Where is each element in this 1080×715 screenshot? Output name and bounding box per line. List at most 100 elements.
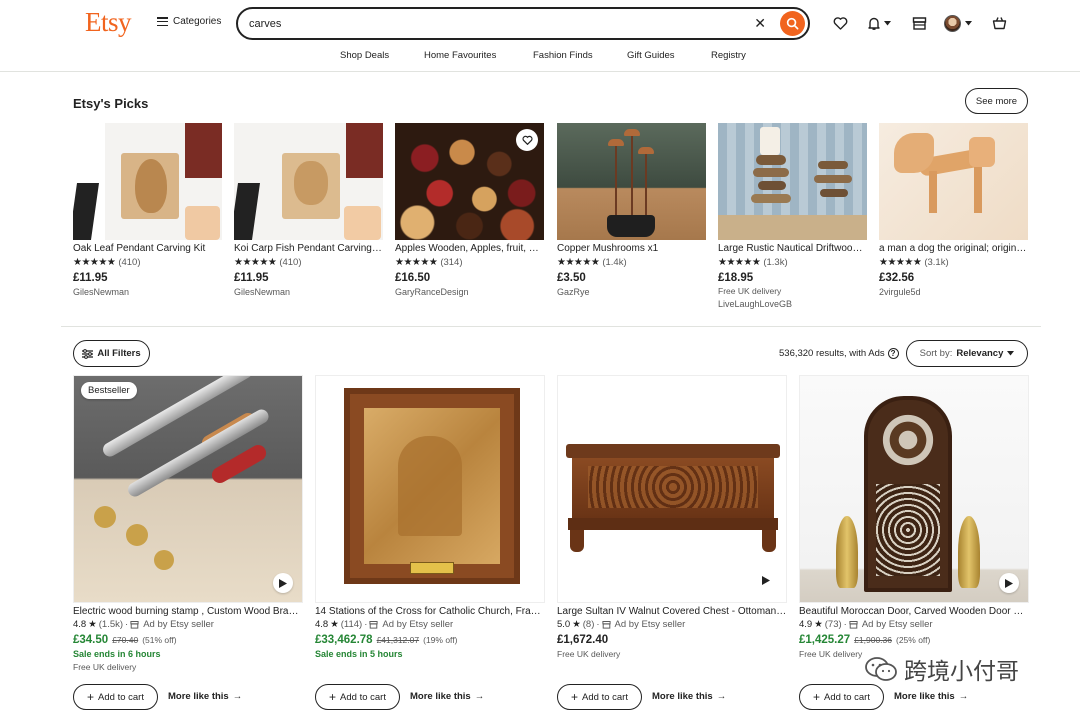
discount: (51% off) [142, 635, 177, 645]
pick-delivery: Free UK delivery [718, 286, 782, 296]
basket-icon [992, 17, 1006, 30]
product-image[interactable] [73, 123, 222, 240]
arrow-right-icon: → [474, 691, 485, 702]
caret-down-icon [884, 20, 891, 25]
product-image[interactable] [718, 123, 867, 240]
pick-price: £16.50 [395, 272, 431, 284]
product-image[interactable] [557, 123, 706, 240]
pick-title[interactable]: Large Rustic Nautical Driftwood Lighthou… [718, 243, 867, 254]
pick-title[interactable]: a man a dog the original; original woode… [879, 243, 1028, 254]
sort-prefix: Sort by: [919, 348, 953, 359]
notifications-button[interactable] [863, 13, 895, 33]
listing-image[interactable] [799, 375, 1029, 603]
nav-gift-guides[interactable]: Gift Guides [627, 50, 675, 61]
more-like-this-link[interactable]: More like this → [410, 691, 484, 702]
nav-fashion-finds[interactable]: Fashion Finds [533, 50, 593, 61]
add-to-cart-button[interactable]: + Add to cart [315, 684, 400, 710]
categories-label: Categories [173, 16, 222, 27]
clear-search-icon[interactable]: ✕ [754, 16, 766, 30]
review-count: (1.4k) [602, 257, 627, 268]
all-filters-button[interactable]: All Filters [73, 340, 150, 367]
etsy-logo[interactable]: Etsy [85, 7, 132, 38]
more-like-this-label: More like this [168, 691, 229, 702]
pick-seller: GilesNewman [234, 287, 291, 297]
more-like-this-link[interactable]: More like this → [168, 691, 242, 702]
sale-timer: Sale ends in 5 hours [315, 649, 403, 659]
pick-title[interactable]: Oak Leaf Pendant Carving Kit [73, 243, 222, 254]
listing-title[interactable]: Large Sultan IV Walnut Covered Chest - O… [557, 606, 787, 617]
price-row: £1,672.40 [557, 634, 787, 646]
discount: (25% off) [896, 635, 931, 645]
pick-title[interactable]: Apples Wooden, Apples, fruit, Wooden fru… [395, 243, 544, 254]
add-to-cart-button[interactable]: + Add to cart [557, 684, 642, 710]
plus-icon: + [87, 690, 95, 704]
add-to-cart-label: Add to cart [582, 691, 628, 703]
price-row: £1,425.27 £1,900.36 (25% off) [799, 634, 1029, 646]
shop-icon [130, 621, 139, 629]
more-like-this-link[interactable]: More like this → [894, 691, 968, 702]
shop-icon [601, 621, 611, 629]
play-video-button[interactable] [273, 573, 293, 593]
help-icon[interactable]: ? [887, 348, 899, 359]
pick-seller: GilesNewman [73, 287, 130, 297]
nav-registry[interactable]: Registry [711, 50, 746, 61]
shop-manager-button[interactable] [910, 13, 928, 33]
star-icon: ★ [88, 619, 97, 630]
listing-card[interactable]: Beautiful Moroccan Door, Carved Wooden D… [799, 375, 1029, 659]
review-count: (314) [440, 257, 463, 268]
pick-card[interactable]: Oak Leaf Pendant Carving Kit ★★★★★ (410) … [73, 123, 222, 297]
ad-label: Ad by Etsy seller [614, 619, 686, 630]
arrow-right-icon: → [232, 691, 243, 702]
pick-card[interactable]: Koi Carp Fish Pendant Carving Kit ★★★★★(… [234, 123, 383, 297]
cart-button[interactable] [990, 13, 1008, 33]
pick-rating: ★★★★★ (3.1k) [879, 257, 1028, 268]
review-count: (8) [582, 619, 595, 630]
listing-image[interactable] [557, 375, 787, 603]
menu-icon [157, 17, 168, 26]
listing-image[interactable]: Bestseller [73, 375, 303, 603]
play-video-button[interactable] [999, 573, 1019, 593]
sort-dropdown[interactable]: Sort by: Relevancy [906, 340, 1028, 367]
bestseller-badge: Bestseller [81, 382, 137, 399]
search-button[interactable] [780, 11, 805, 36]
favorites-button[interactable] [831, 13, 849, 33]
pick-card[interactable]: a man a dog the original; original woode… [879, 123, 1028, 297]
nav-shop-deals[interactable]: Shop Deals [340, 50, 389, 61]
pick-title[interactable]: Koi Carp Fish Pendant Carving Kit [234, 243, 383, 254]
account-button[interactable] [942, 13, 974, 33]
search-input[interactable] [249, 17, 739, 30]
favorite-button[interactable] [516, 129, 538, 151]
heart-icon [833, 17, 847, 30]
pick-card[interactable]: Copper Mushrooms x1 ★★★★★ (1.4k) £3.50 Ga… [557, 123, 706, 297]
pick-title[interactable]: Copper Mushrooms x1 [557, 243, 706, 254]
results-text: 536,320 results, with Ads [779, 348, 885, 359]
add-to-cart-button[interactable]: + Add to cart [799, 684, 884, 710]
product-image[interactable] [234, 123, 383, 240]
listing-image[interactable] [315, 375, 545, 603]
shop-icon [369, 621, 378, 629]
see-more-button[interactable]: See more [965, 88, 1028, 114]
product-image[interactable] [879, 123, 1028, 240]
pick-price: £32.56 [879, 272, 915, 284]
product-image[interactable] [395, 123, 544, 240]
more-like-this-link[interactable]: More like this → [652, 691, 726, 702]
categories-button[interactable]: Categories [157, 16, 221, 27]
listing-card[interactable]: 14 Stations of the Cross for Catholic Ch… [315, 375, 545, 659]
listing-card[interactable]: Large Sultan IV Walnut Covered Chest - O… [557, 375, 787, 659]
rating-value: 5.0 [557, 619, 571, 630]
pick-card[interactable]: Large Rustic Nautical Driftwood Lighthou… [718, 123, 867, 309]
pick-price: £3.50 [557, 272, 586, 284]
arrow-right-icon: → [716, 691, 727, 702]
listing-title[interactable]: 14 Stations of the Cross for Catholic Ch… [315, 606, 545, 617]
pick-card[interactable]: Apples Wooden, Apples, fruit, Wooden fru… [395, 123, 544, 297]
ad-label: Ad by Etsy seller [382, 619, 454, 630]
listing-title[interactable]: Electric wood burning stamp , Custom Woo… [73, 606, 303, 617]
caret-down-icon [1007, 351, 1015, 356]
pick-price: £11.95 [234, 272, 269, 284]
play-video-button[interactable] [762, 576, 770, 588]
add-to-cart-button[interactable]: + Add to cart [73, 684, 158, 710]
nav-home-favourites[interactable]: Home Favourites [424, 50, 496, 61]
listing-card[interactable]: Bestseller Electric wood burning stamp ,… [73, 375, 303, 672]
listing-title[interactable]: Beautiful Moroccan Door, Carved Wooden D… [799, 606, 1029, 617]
star-icon: ★ [814, 619, 823, 630]
